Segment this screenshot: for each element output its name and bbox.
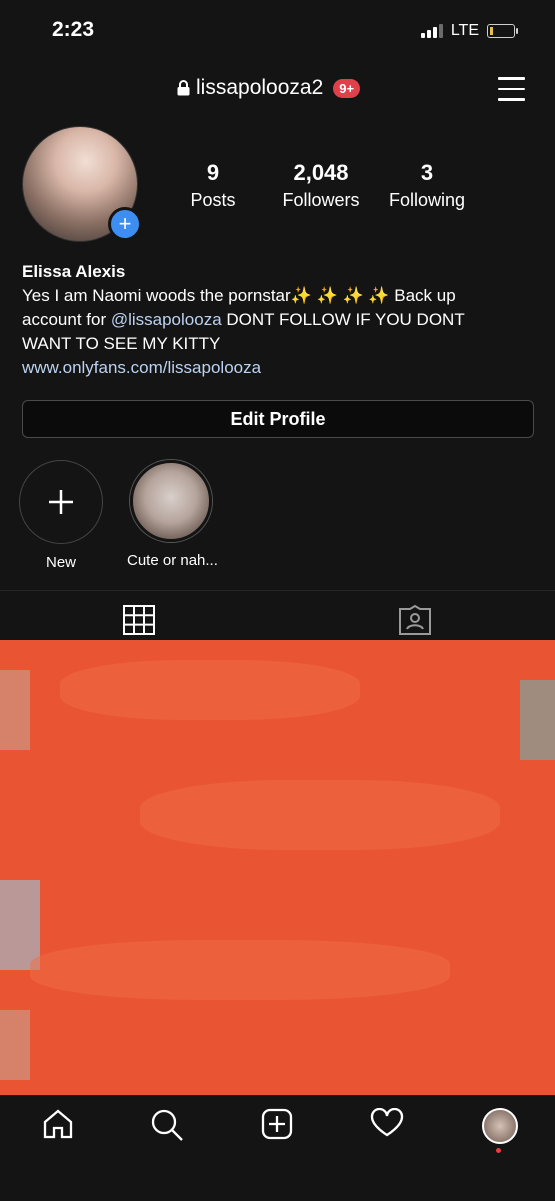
profile-tab[interactable] [482, 1108, 518, 1153]
profile-header: lissapolooza2 9+ [0, 72, 555, 108]
bio-mention-link[interactable]: @lissapolooza [111, 310, 222, 329]
following-label: Following [388, 190, 466, 210]
lock-icon [177, 80, 190, 96]
notification-badge: 9+ [333, 78, 361, 98]
bio-text: DONT FOLLOW IF YOU DONT [221, 310, 465, 329]
search-icon[interactable] [150, 1108, 184, 1147]
edit-profile-button[interactable]: Edit Profile [22, 400, 534, 438]
profile-bio: Elissa Alexis Yes I am Naomi woods the p… [22, 260, 542, 380]
website-link[interactable]: www.onlyfans.com/lissapolooza [22, 356, 542, 380]
grid-icon[interactable] [123, 605, 155, 640]
bio-text: account for [22, 310, 111, 329]
stat-followers[interactable]: 2,048 Followers [276, 160, 366, 211]
status-bar: 2:23 LTE [0, 0, 555, 60]
activity-icon[interactable] [370, 1107, 404, 1143]
bio-line-3: WANT TO SEE MY KITTY [22, 334, 221, 353]
network-label: LTE [450, 22, 479, 39]
highlight-new[interactable]: New [17, 460, 105, 571]
bio-line-1: Yes I am Naomi woods the pornstar✨ ✨ ✨ ✨… [22, 286, 456, 305]
highlight-label: New [45, 554, 76, 571]
bottom-nav [0, 1095, 555, 1201]
tagged-icon[interactable] [399, 604, 431, 640]
add-story-icon[interactable]: + [108, 207, 142, 241]
notification-dot [496, 1148, 501, 1153]
posts-grid-redacted [0, 640, 555, 1095]
menu-icon[interactable] [498, 77, 525, 109]
plus-icon [19, 460, 103, 544]
followers-label: Followers [282, 190, 360, 210]
followers-count: 2,048 [293, 160, 349, 185]
highlight-story[interactable]: Cute or nah... [127, 460, 218, 569]
posts-label: Posts [190, 190, 236, 210]
signal-icon [420, 24, 443, 38]
display-name: Elissa Alexis [22, 262, 126, 281]
bio-line-2: account for @lissapolooza DONT FOLLOW IF… [22, 308, 542, 332]
username: lissapolooza2 [196, 76, 324, 99]
status-right: LTE [420, 22, 518, 40]
highlight-label: Cute or nah... [127, 552, 218, 569]
battery-icon [487, 24, 518, 38]
posts-count: 9 [206, 160, 220, 185]
home-icon[interactable] [42, 1108, 74, 1145]
stat-following[interactable]: 3 Following [384, 160, 470, 211]
highlight-cover [130, 460, 212, 542]
following-count: 3 [420, 160, 434, 185]
divider [0, 590, 555, 591]
profile-avatar-small [482, 1108, 518, 1144]
stat-posts[interactable]: 9 Posts [187, 160, 239, 211]
new-post-icon[interactable] [261, 1108, 293, 1145]
account-switcher[interactable]: lissapolooza2 9+ [177, 76, 361, 100]
status-time: 2:23 [52, 18, 95, 41]
